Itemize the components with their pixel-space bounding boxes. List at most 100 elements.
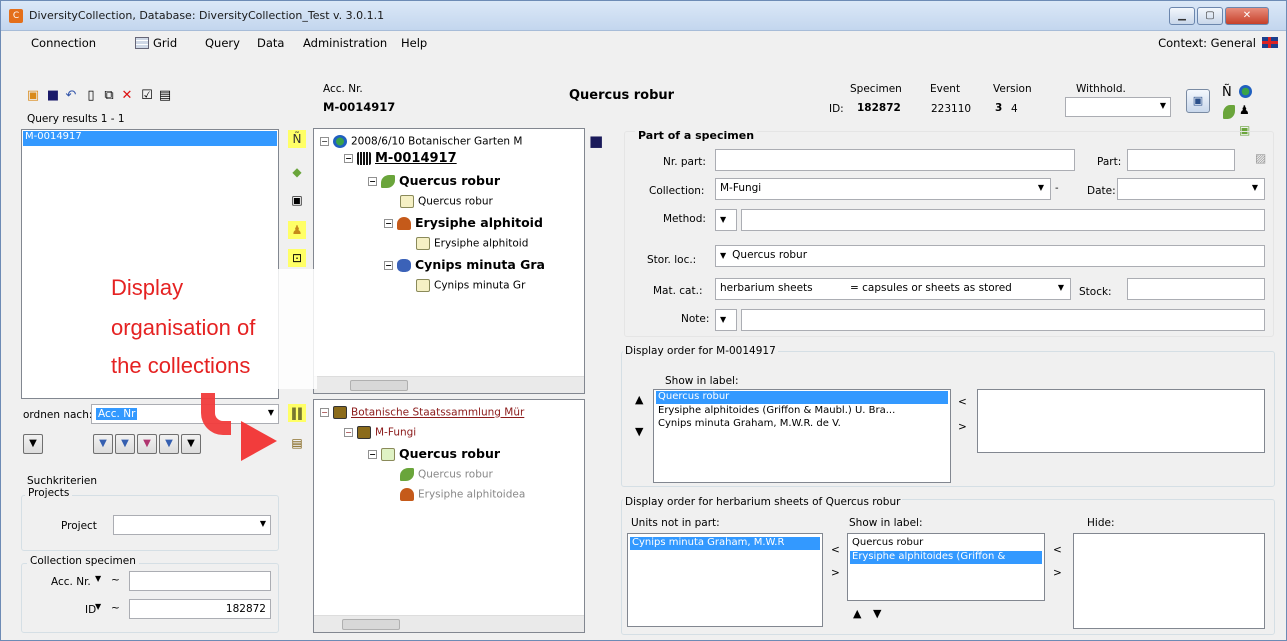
tree-label-node[interactable]: Erysiphe alphitoid bbox=[416, 237, 528, 250]
list-item[interactable]: Cynips minuta Graham, M.W.R bbox=[630, 537, 820, 550]
transaction-icon[interactable]: ⊡ bbox=[288, 249, 306, 267]
user-icon[interactable]: ♟ bbox=[1239, 103, 1250, 117]
filter-add-icon[interactable]: ▼ bbox=[115, 434, 135, 454]
tree-subcollection-node[interactable]: − M-Fungi bbox=[344, 426, 416, 439]
delete-icon[interactable]: ✕ bbox=[119, 88, 135, 104]
collection-icon[interactable]: ▤ bbox=[288, 434, 306, 452]
storage-location-input[interactable]: ▼ Quercus robur bbox=[715, 245, 1265, 267]
nomenclature-icon[interactable]: Ñ bbox=[1222, 85, 1232, 100]
units-not-in-part-list[interactable]: Cynips minuta Graham, M.W.R bbox=[627, 533, 823, 627]
chevron-down-icon[interactable]: ▼ bbox=[95, 574, 101, 583]
collector-icon[interactable]: ♟ bbox=[288, 221, 306, 239]
project-select[interactable]: ▼ bbox=[113, 515, 271, 535]
collapse-icon[interactable]: − bbox=[384, 261, 393, 270]
collection-select[interactable]: M-Fungi ▼ bbox=[715, 178, 1051, 200]
collection-options-button[interactable]: - bbox=[1055, 183, 1059, 194]
move-right-button[interactable]: > bbox=[958, 421, 967, 433]
acc-nr-operator[interactable]: ~ bbox=[111, 574, 120, 586]
chevron-down-icon[interactable]: ▼ bbox=[95, 602, 101, 611]
tree-unit-node[interactable]: − Quercus robur bbox=[368, 173, 500, 188]
id-operator[interactable]: ~ bbox=[111, 602, 120, 614]
barcode-icon[interactable]: ‖‖ bbox=[288, 404, 306, 422]
tree-label-node[interactable]: Quercus robur bbox=[400, 195, 493, 208]
herbarium-move-right-button[interactable]: > bbox=[831, 567, 840, 579]
new-document-icon[interactable]: ▯ bbox=[83, 88, 99, 104]
collapse-icon[interactable]: − bbox=[320, 408, 329, 417]
hide-move-left-button[interactable]: < bbox=[1053, 544, 1062, 556]
herbarium-show-list[interactable]: Quercus robur Erysiphe alphitoides (Grif… bbox=[847, 533, 1045, 601]
id-search-input[interactable]: 182872 bbox=[129, 599, 271, 619]
collapse-icon[interactable]: − bbox=[368, 177, 377, 186]
new-specimen-icon[interactable]: ▣ bbox=[25, 88, 41, 104]
minimize-button[interactable]: ▁ bbox=[1169, 7, 1195, 25]
display-order-list[interactable]: Quercus robur Erysiphe alphitoides (Grif… bbox=[653, 389, 951, 483]
menu-data[interactable]: Data bbox=[257, 36, 284, 50]
filter-icon[interactable]: ▼ bbox=[93, 434, 113, 454]
menu-help[interactable]: Help bbox=[401, 36, 427, 50]
tree-part-unit-node[interactable]: Erysiphe alphitoidea bbox=[400, 488, 525, 501]
list-item[interactable]: M-0014917 bbox=[23, 131, 277, 146]
label-icon[interactable]: ▣ bbox=[288, 191, 306, 209]
collection-tree[interactable]: − Botanische Staatssammlung Mür − M-Fungi … bbox=[313, 399, 585, 633]
collapse-icon[interactable]: − bbox=[344, 154, 353, 163]
list-item[interactable]: Erysiphe alphitoides (Griffon & Maubl.) … bbox=[658, 405, 895, 416]
horizontal-scrollbar[interactable] bbox=[314, 376, 584, 393]
undo-icon[interactable]: ↶ bbox=[63, 88, 79, 104]
move-up-icon[interactable]: ▲ bbox=[853, 607, 861, 620]
collapse-icon[interactable]: − bbox=[368, 450, 377, 459]
stock-input[interactable] bbox=[1127, 278, 1265, 300]
menu-query[interactable]: Query bbox=[205, 36, 240, 50]
language-flag-icon[interactable] bbox=[1262, 37, 1278, 48]
move-up-icon[interactable]: ▲ bbox=[635, 393, 643, 406]
date-picker[interactable]: ▼ bbox=[1117, 178, 1265, 200]
nr-part-input[interactable] bbox=[715, 149, 1075, 171]
list-item[interactable]: Quercus robur bbox=[852, 537, 923, 548]
collapse-filter-button[interactable]: ▼ bbox=[23, 434, 43, 454]
collapse-icon[interactable]: − bbox=[344, 428, 353, 437]
collapse-icon[interactable]: − bbox=[384, 219, 393, 228]
list-item[interactable]: Erysiphe alphitoides (Griffon & bbox=[850, 551, 1042, 564]
tree-unit-node[interactable]: − Erysiphe alphitoid bbox=[384, 215, 543, 230]
tree-part-unit-node[interactable]: Quercus robur bbox=[400, 468, 493, 481]
herbarium-hide-list[interactable] bbox=[1073, 533, 1265, 629]
note-dropdown[interactable]: ▼ bbox=[715, 309, 737, 331]
collapse-icon[interactable]: − bbox=[320, 137, 329, 146]
globe-icon[interactable] bbox=[1239, 85, 1252, 98]
image-viewer-button[interactable]: ▣ bbox=[1186, 89, 1210, 113]
save-icon[interactable]: ■ bbox=[589, 132, 603, 150]
list-item[interactable]: Cynips minuta Graham, M.W.R. de V. bbox=[658, 418, 841, 429]
menu-grid[interactable]: Grid bbox=[153, 36, 177, 50]
move-down-icon[interactable]: ▼ bbox=[873, 607, 881, 620]
withhold-select[interactable]: ▼ bbox=[1065, 97, 1171, 117]
move-down-icon[interactable]: ▼ bbox=[635, 425, 643, 438]
hide-move-right-button[interactable]: > bbox=[1053, 567, 1062, 579]
tree-label-node[interactable]: Cynips minuta Gr bbox=[416, 279, 525, 292]
nomenclature-icon[interactable]: Ñ bbox=[288, 130, 306, 148]
horizontal-scrollbar[interactable] bbox=[314, 615, 584, 632]
part-input[interactable] bbox=[1127, 149, 1235, 171]
tree-collection-node[interactable]: − Botanische Staatssammlung Mür bbox=[320, 406, 524, 419]
close-button[interactable]: ✕ bbox=[1225, 7, 1269, 25]
tree-part-node[interactable]: − Quercus robur bbox=[368, 446, 500, 461]
specimen-tree[interactable]: −2008/6/10 Botanischer Garten M − M-00149… bbox=[313, 128, 585, 394]
tree-unit-node[interactable]: − Cynips minuta Gra bbox=[384, 257, 545, 272]
herbarium-move-left-button[interactable]: < bbox=[831, 544, 840, 556]
note-input[interactable] bbox=[741, 309, 1265, 331]
list-item[interactable]: Quercus robur bbox=[656, 391, 948, 404]
checkbox-icon[interactable]: ☑ bbox=[139, 88, 155, 104]
filter-remove-icon[interactable]: ▼ bbox=[137, 434, 157, 454]
save-icon[interactable]: ■ bbox=[45, 88, 61, 104]
acc-nr-search-input[interactable] bbox=[129, 571, 271, 591]
scrollbar-thumb[interactable] bbox=[350, 380, 408, 391]
menu-administration[interactable]: Administration bbox=[303, 36, 387, 50]
grid-view-icon[interactable]: ▤ bbox=[157, 88, 173, 104]
filter-options-icon[interactable]: ▼ bbox=[181, 434, 201, 454]
menu-connection[interactable]: Connection bbox=[31, 36, 96, 50]
copy-icon[interactable]: ⧉ bbox=[101, 88, 117, 104]
filter-toggle-icon[interactable]: ▼ bbox=[159, 434, 179, 454]
leaf-icon[interactable] bbox=[1223, 105, 1235, 119]
maximize-button[interactable]: ▢ bbox=[1197, 7, 1223, 25]
scrollbar-thumb[interactable] bbox=[342, 619, 400, 630]
leaf-icon[interactable]: ◆ bbox=[288, 163, 306, 181]
tree-event-node[interactable]: −2008/6/10 Botanischer Garten M bbox=[320, 135, 522, 148]
